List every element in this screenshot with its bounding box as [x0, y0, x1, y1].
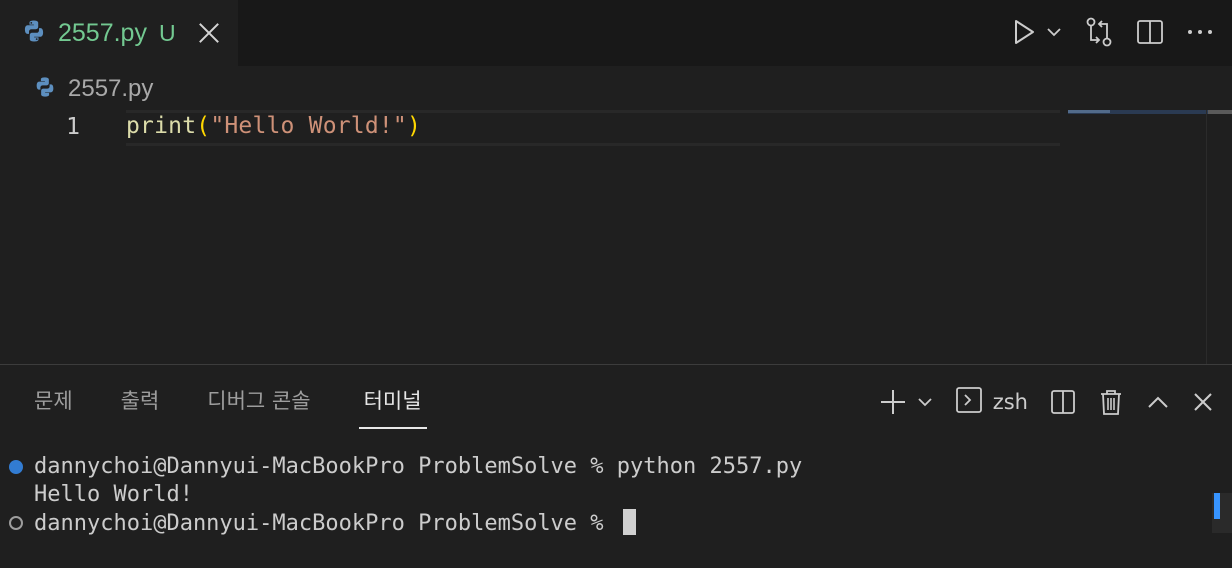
split-terminal-icon[interactable]: [1050, 384, 1076, 420]
terminal-line: Hello World!: [34, 482, 193, 507]
editor-actions: [1012, 14, 1214, 50]
terminal-output[interactable]: dannychoi@Dannyui-MacBookPro ProblemSolv…: [0, 451, 1210, 561]
panel-tabs: 문제 출력 디버그 콘솔 터미널: [34, 385, 427, 429]
shell-name: zsh: [992, 390, 1028, 414]
code-paren-close: ): [406, 113, 422, 139]
tab-debug-console[interactable]: 디버그 콘솔: [207, 385, 310, 429]
code-paren-open: (: [196, 113, 211, 139]
code-string: "Hello World!": [210, 113, 407, 139]
chevron-up-icon[interactable]: [1146, 384, 1170, 420]
editor-scrollbar-thumb[interactable]: [1208, 110, 1232, 114]
editor-tab-2557[interactable]: 2557.py U: [0, 0, 238, 66]
terminal-prompt-line: dannychoi@Dannyui-MacBookPro ProblemSolv…: [34, 509, 636, 537]
panel-actions: zsh: [879, 385, 1214, 419]
breadcrumb[interactable]: 2557.py: [34, 74, 153, 104]
terminal-prompt: dannychoi@Dannyui-MacBookPro ProblemSolv…: [34, 511, 617, 536]
terminal-scrollbar-thumb[interactable]: [1214, 493, 1220, 519]
breadcrumb-file[interactable]: 2557.py: [68, 75, 153, 103]
compare-changes-icon[interactable]: [1084, 14, 1114, 50]
command-success-dot[interactable]: [9, 460, 23, 474]
python-icon: [22, 19, 46, 47]
tab-problems[interactable]: 문제: [34, 385, 73, 429]
more-icon[interactable]: [1186, 14, 1214, 50]
chevron-down-icon[interactable]: [1046, 14, 1062, 50]
close-icon[interactable]: [198, 22, 220, 44]
split-editor-icon[interactable]: [1136, 14, 1164, 50]
tab-output[interactable]: 출력: [121, 385, 160, 429]
code-editor[interactable]: 1 print("Hello World!"): [0, 110, 1232, 364]
plus-icon[interactable]: [879, 384, 907, 420]
tab-terminal[interactable]: 터미널: [358, 385, 427, 429]
close-icon[interactable]: [1192, 384, 1214, 420]
python-icon: [34, 76, 56, 102]
chevron-down-icon[interactable]: [917, 384, 933, 420]
bottom-panel: 문제 출력 디버그 콘솔 터미널 zsh dannychoi@Dannyui-M…: [0, 364, 1232, 568]
code-line[interactable]: print("Hello World!"): [126, 113, 421, 139]
minimap-content: [1068, 110, 1110, 113]
terminal-cursor: [622, 509, 636, 535]
terminal-icon: [955, 386, 983, 418]
line-number: 1: [66, 114, 80, 140]
trash-icon[interactable]: [1098, 384, 1124, 420]
terminal-line: dannychoi@Dannyui-MacBookPro ProblemSolv…: [34, 454, 803, 479]
command-pending-dot[interactable]: [9, 516, 23, 530]
editor-scrollbar[interactable]: [1206, 110, 1232, 364]
code-function: print: [126, 113, 197, 139]
tab-filename: 2557.py: [58, 18, 147, 47]
editor-tab-bar: 2557.py U: [0, 0, 1232, 66]
run-icon[interactable]: [1012, 14, 1036, 50]
tab-git-status: U: [158, 19, 176, 46]
terminal-shell-selector[interactable]: zsh: [955, 384, 1028, 420]
